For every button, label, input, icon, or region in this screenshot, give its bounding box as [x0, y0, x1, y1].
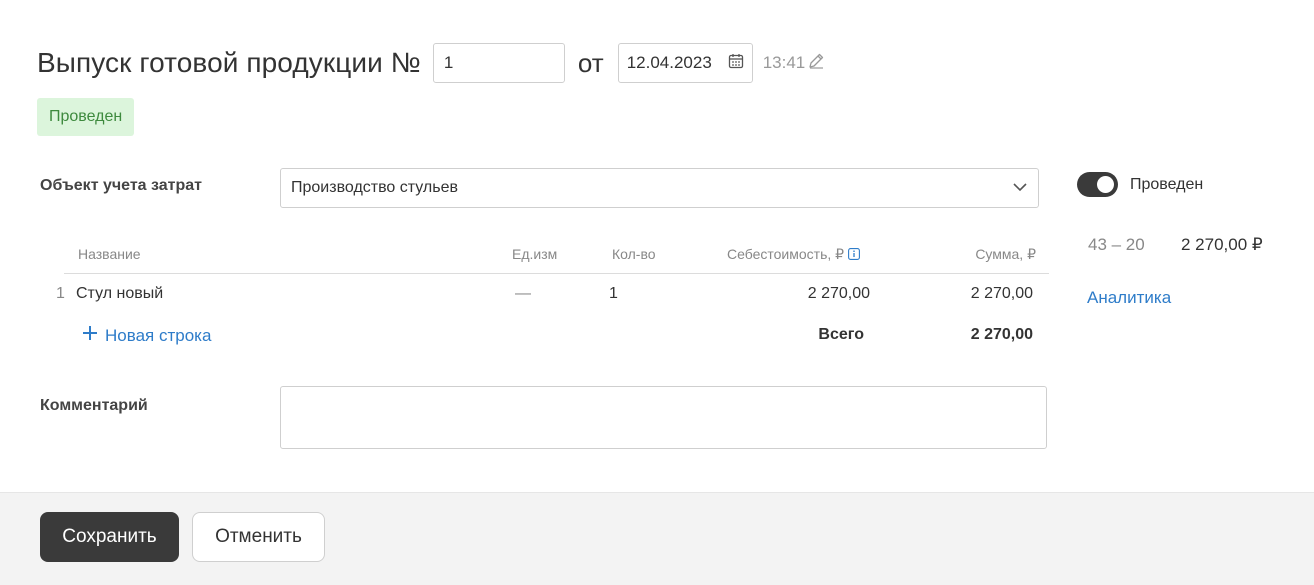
total-value: 2 270,00: [970, 326, 1033, 343]
analytics-link[interactable]: Аналитика: [1087, 288, 1171, 308]
posted-toggle-label: Проведен: [1130, 176, 1204, 193]
time-editor[interactable]: 13:41: [763, 52, 826, 75]
save-button[interactable]: Сохранить: [40, 512, 179, 562]
toggle-knob: [1097, 176, 1114, 193]
column-header-sum: Сумма, ₽: [975, 246, 1036, 262]
account-code: 43 – 20: [1088, 235, 1145, 254]
add-row-button[interactable]: Новая строка: [82, 325, 211, 346]
from-label: от: [577, 47, 604, 78]
document-header: Выпуск готовой продукции № от 12.04.2023…: [37, 42, 825, 84]
calendar-icon[interactable]: [728, 53, 744, 74]
pencil-icon[interactable]: [807, 52, 825, 75]
row-index: 1: [56, 285, 65, 302]
info-icon[interactable]: [848, 247, 861, 263]
add-row-label: Новая строка: [105, 325, 212, 345]
document-number-input[interactable]: [432, 43, 565, 83]
cost-object-label: Объект учета затрат: [40, 177, 203, 194]
comment-label: Комментарий: [40, 397, 148, 414]
footer-bar: Сохранить Отменить: [0, 492, 1314, 585]
column-header-unit: Ед.изм: [512, 246, 558, 262]
time-value: 13:41: [762, 53, 806, 72]
cost-object-select[interactable]: Производство стульев: [280, 168, 1039, 208]
total-label: Всего: [818, 326, 864, 343]
page-title: Выпуск готовой продукции №: [37, 47, 421, 78]
row-qty[interactable]: 1: [609, 285, 618, 303]
column-header-name: Название: [78, 246, 141, 262]
cancel-button[interactable]: Отменить: [192, 512, 325, 562]
status-badge: Проведен: [37, 98, 135, 136]
row-unit[interactable]: —: [515, 285, 531, 303]
account-sum: 2 270,00 ₽: [1181, 235, 1263, 254]
column-header-cost-label: Себестоимость, ₽: [727, 246, 845, 262]
date-value: 12.04.2023: [626, 53, 712, 72]
chevron-down-icon: [1012, 179, 1028, 197]
column-header-qty: Кол-во: [612, 246, 656, 262]
posted-toggle[interactable]: [1077, 172, 1118, 197]
column-header-cost: Себестоимость, ₽: [727, 246, 861, 263]
row-name[interactable]: Стул новый: [76, 285, 163, 303]
row-sum[interactable]: 2 270,00: [900, 285, 1033, 303]
row-cost[interactable]: 2 270,00: [740, 285, 870, 303]
table-header-divider: [64, 273, 1049, 274]
comment-input[interactable]: [280, 386, 1047, 449]
date-picker[interactable]: 12.04.2023: [617, 43, 753, 83]
cost-object-value: Производство стульев: [291, 179, 458, 196]
plus-icon: [82, 325, 98, 346]
